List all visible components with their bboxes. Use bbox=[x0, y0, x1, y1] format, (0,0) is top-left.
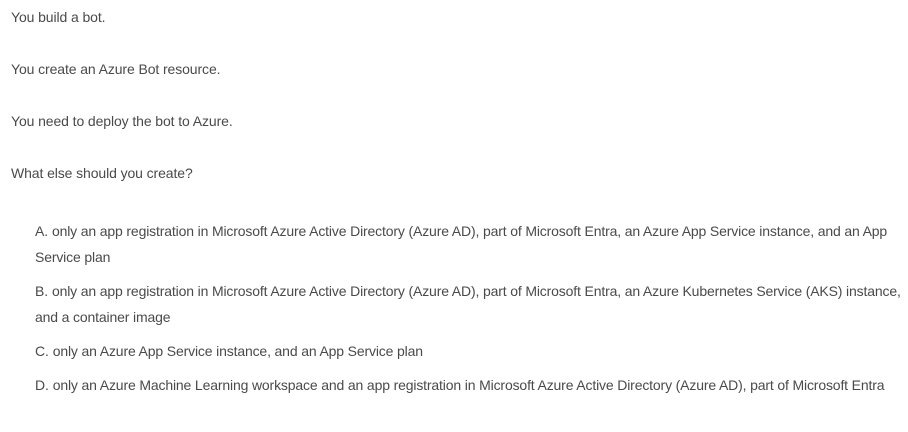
question-line: What else should you create? bbox=[11, 165, 193, 181]
choice-d[interactable]: D. only an Azure Machine Learning workspa… bbox=[35, 372, 901, 424]
choice-text: only an Azure App Service instance, and … bbox=[52, 343, 423, 359]
question-line: You build a bot. bbox=[11, 9, 106, 25]
question-text: You build a bot. You create an Azure Bot… bbox=[11, 6, 901, 214]
choice-text: only an Azure Machine Learning workspace… bbox=[52, 377, 885, 393]
choice-letter: A. bbox=[35, 223, 48, 239]
choice-b[interactable]: B. only an app registration in Microsoft … bbox=[35, 278, 901, 330]
answer-choices: A. only an app registration in Microsoft … bbox=[35, 218, 901, 432]
choice-text: only an app registration in Microsoft Az… bbox=[35, 283, 901, 325]
choice-a[interactable]: A. only an app registration in Microsoft … bbox=[35, 218, 901, 270]
choice-letter: C. bbox=[35, 343, 49, 359]
choice-letter: D. bbox=[35, 377, 49, 393]
question-line: You create an Azure Bot resource. bbox=[11, 61, 221, 77]
question-line: You need to deploy the bot to Azure. bbox=[11, 113, 233, 129]
choice-c[interactable]: C. only an Azure App Service instance, an… bbox=[35, 338, 901, 364]
choice-text: only an app registration in Microsoft Az… bbox=[35, 223, 888, 265]
choice-letter: B. bbox=[35, 283, 48, 299]
